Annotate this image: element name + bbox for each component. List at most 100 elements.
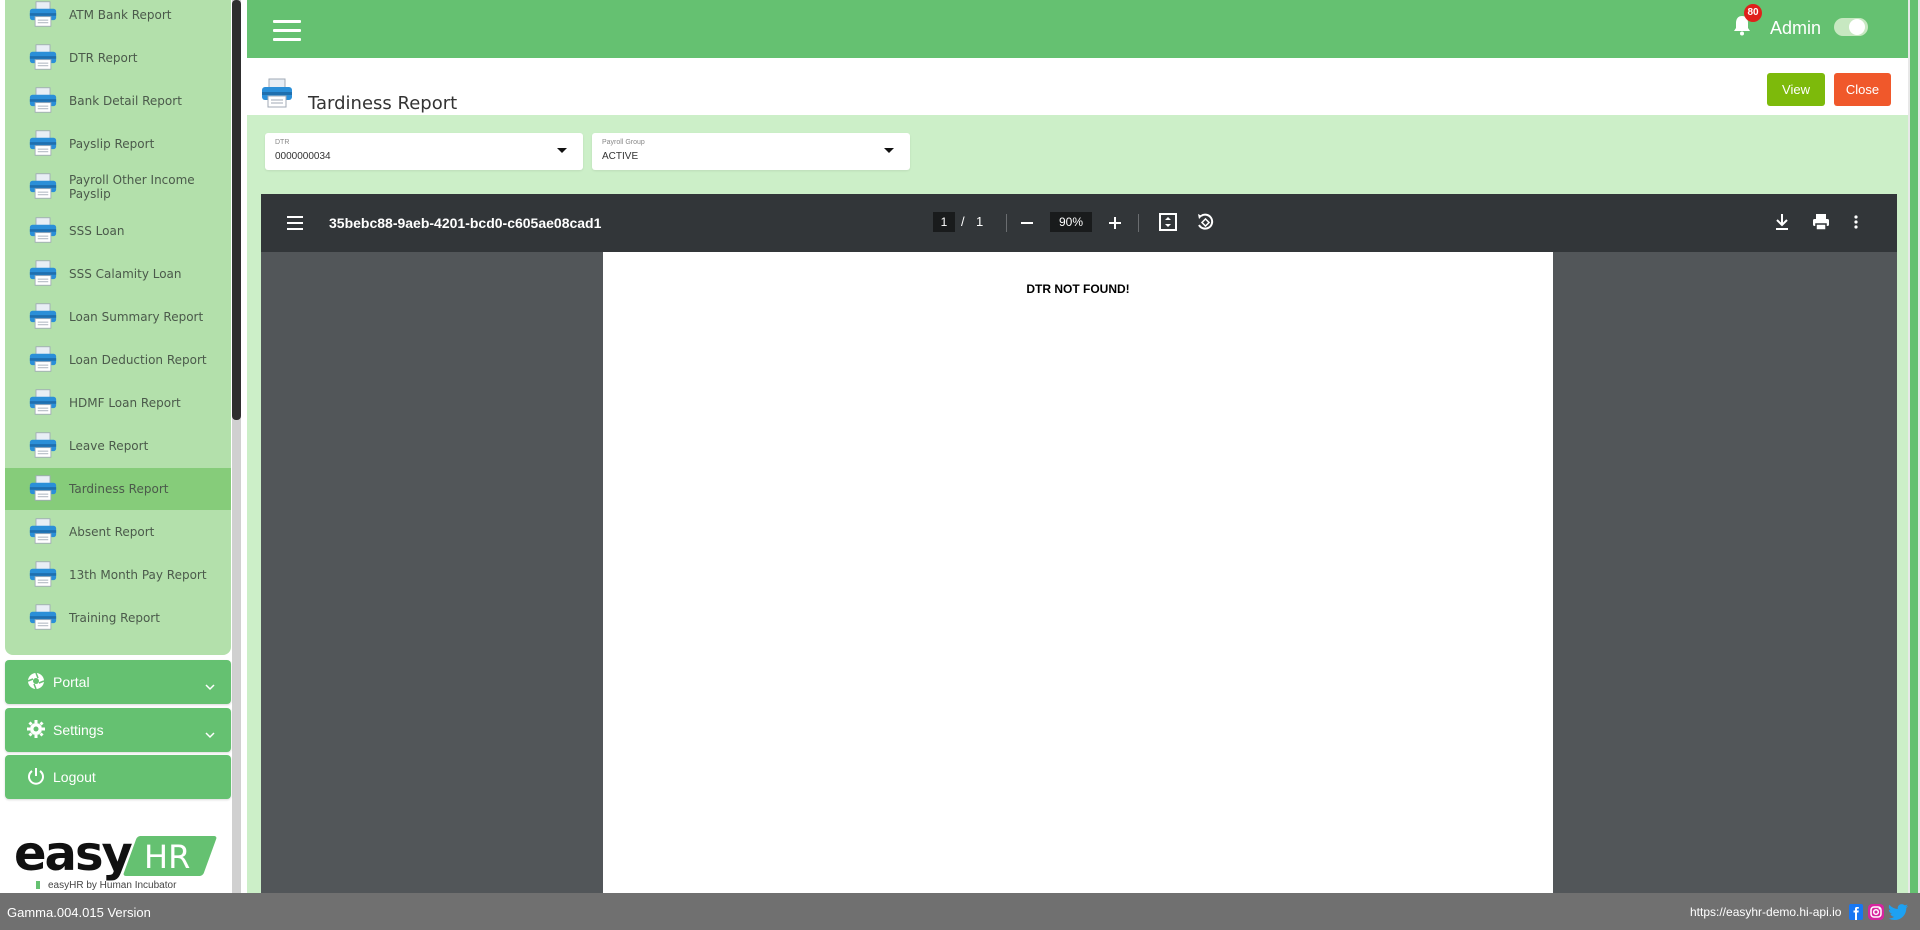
- sidebar-item[interactable]: HDMF Loan Report: [5, 382, 231, 424]
- sidebar-item-label: Loan Deduction Report: [69, 353, 207, 367]
- close-button[interactable]: Close: [1834, 73, 1891, 106]
- power-icon: [27, 767, 45, 788]
- sidebar-item-label: Payslip Report: [69, 137, 155, 151]
- sidebar-item[interactable]: 13th Month Pay Report: [5, 554, 231, 596]
- zoom-out-icon[interactable]: [1019, 214, 1035, 232]
- printer-icon: [29, 259, 57, 292]
- logout-label: Logout: [53, 769, 96, 785]
- payroll-group-select-value: ACTIVE: [602, 151, 639, 162]
- sidebar-scrollbar-thumb[interactable]: [232, 0, 241, 420]
- pdf-toolbar: 35bebc88-9aeb-4201-bcd0-c605ae08cad1 1 /…: [261, 194, 1897, 252]
- sidebar-item-label: 13th Month Pay Report: [69, 568, 207, 582]
- printer-icon: [29, 431, 57, 464]
- sidebar-item[interactable]: Bank Detail Report: [5, 80, 231, 122]
- sidebar-item-label: Absent Report: [69, 525, 155, 539]
- pdf-message: DTR NOT FOUND!: [1026, 282, 1130, 296]
- toolbar-divider: [1006, 214, 1007, 232]
- zoom-in-icon[interactable]: [1107, 214, 1123, 232]
- logo-tag-marker: [36, 881, 40, 889]
- printer-icon: [29, 129, 57, 162]
- sidebar-item[interactable]: Absent Report: [5, 511, 231, 553]
- sidebar-item[interactable]: Loan Deduction Report: [5, 339, 231, 381]
- top-navbar: [247, 0, 1908, 58]
- printer-icon: [29, 345, 57, 378]
- sidebar-item[interactable]: Leave Report: [5, 425, 231, 467]
- printer-icon: [29, 86, 57, 119]
- toolbar-divider: [1138, 214, 1139, 232]
- dtr-select-value: 0000000034: [275, 151, 331, 162]
- sidebar-item[interactable]: Loan Summary Report: [5, 296, 231, 338]
- sidebar-item[interactable]: DTR Report: [5, 37, 231, 79]
- page-title: Tardiness Report: [308, 93, 458, 114]
- caret-down-icon: [557, 148, 567, 153]
- printer-icon: [29, 560, 57, 593]
- fit-page-icon[interactable]: [1158, 212, 1178, 237]
- sidebar-logout-button[interactable]: Logout: [5, 755, 231, 799]
- printer-icon: [29, 172, 57, 205]
- sidebar-item[interactable]: SSS Calamity Loan: [5, 253, 231, 295]
- twitter-icon[interactable]: [1888, 904, 1908, 925]
- sidebar-item[interactable]: Training Report: [5, 597, 231, 639]
- sidebar-item[interactable]: Payroll Other Income Payslip: [5, 166, 231, 208]
- toggle-knob: [1849, 19, 1865, 35]
- sidebar-item-label: ATM Bank Report: [69, 8, 172, 22]
- pdf-page-separator: /: [961, 214, 965, 229]
- pdf-page-total: 1: [976, 214, 984, 229]
- chevron-down-icon: [205, 678, 215, 694]
- sidebar-item[interactable]: ATM Bank Report: [5, 0, 231, 36]
- aperture-icon: [27, 672, 45, 693]
- dtr-select-label: DTR: [275, 139, 290, 146]
- pdf-zoom-input[interactable]: 90%: [1050, 212, 1092, 232]
- moon-icon: [1876, 15, 1890, 38]
- sidebar-item-label: Payroll Other Income Payslip: [69, 173, 195, 201]
- chevron-down-icon: [205, 726, 215, 742]
- sidebar-item[interactable]: Tardiness Report: [5, 468, 231, 510]
- pdf-sidebar-menu-icon[interactable]: [287, 216, 303, 234]
- sidebar-item-label: Tardiness Report: [69, 482, 169, 496]
- facebook-icon[interactable]: [1849, 904, 1863, 925]
- printer-icon: [29, 474, 57, 507]
- sidebar-item[interactable]: SSS Loan: [5, 210, 231, 252]
- printer-icon: [29, 517, 57, 550]
- version-text: Gamma.004.015 Version: [7, 905, 151, 920]
- caret-down-icon: [884, 148, 894, 153]
- sidebar-item-label: Leave Report: [69, 439, 149, 453]
- sidebar-item-label: SSS Loan: [69, 224, 125, 238]
- sidebar-settings-button[interactable]: Settings: [5, 708, 231, 752]
- printer-icon: [261, 78, 293, 113]
- view-button[interactable]: View: [1767, 73, 1825, 106]
- user-name[interactable]: Admin: [1770, 18, 1821, 39]
- pdf-viewer: 35bebc88-9aeb-4201-bcd0-c605ae08cad1 1 /…: [261, 194, 1897, 893]
- download-icon[interactable]: [1773, 212, 1791, 237]
- sidebar-item[interactable]: Payslip Report: [5, 123, 231, 165]
- payroll-group-select[interactable]: Payroll Group ACTIVE: [592, 133, 910, 170]
- menu-toggle-icon[interactable]: [273, 20, 301, 42]
- logo-tagline: easyHR by Human Incubator: [48, 880, 177, 891]
- printer-icon: [29, 43, 57, 76]
- print-icon[interactable]: [1811, 212, 1831, 237]
- dtr-select[interactable]: DTR 0000000034: [265, 133, 583, 170]
- instagram-icon[interactable]: [1868, 904, 1884, 925]
- printer-icon: [29, 216, 57, 249]
- printer-icon: [29, 0, 57, 33]
- sidebar-item-label: Bank Detail Report: [69, 94, 182, 108]
- sidebar-portal-button[interactable]: Portal: [5, 660, 231, 704]
- payroll-group-select-label: Payroll Group: [602, 139, 645, 146]
- sidebar-item-label: SSS Calamity Loan: [69, 267, 182, 281]
- portal-label: Portal: [53, 674, 90, 690]
- pdf-page-input[interactable]: 1: [933, 212, 955, 232]
- page-scrollbar-thumb[interactable]: [1910, 0, 1918, 893]
- printer-icon: [29, 388, 57, 421]
- page-header: [247, 58, 1908, 115]
- notification-count-badge: 80: [1744, 4, 1762, 22]
- rotate-icon[interactable]: [1195, 212, 1215, 237]
- footer: Gamma.004.015 Version https://easyhr-dem…: [0, 893, 1920, 930]
- logo-badge-text: HR: [144, 838, 191, 876]
- more-options-icon[interactable]: [1853, 212, 1859, 237]
- printer-icon: [29, 302, 57, 335]
- printer-icon: [29, 603, 57, 636]
- settings-label: Settings: [53, 722, 104, 738]
- gear-icon: [27, 720, 45, 741]
- footer-url-link[interactable]: https://easyhr-demo.hi-api.io: [1690, 905, 1841, 919]
- sidebar-item-label: Loan Summary Report: [69, 310, 204, 324]
